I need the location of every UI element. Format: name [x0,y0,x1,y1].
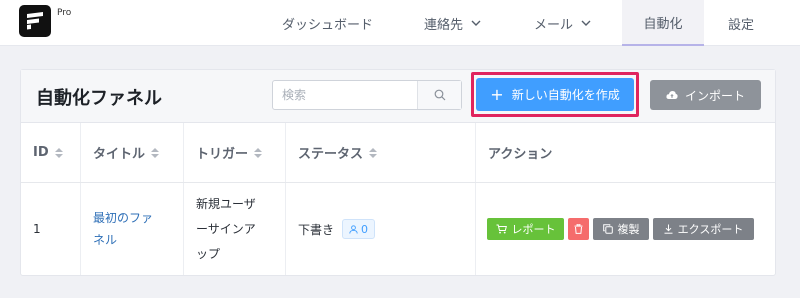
nav-item-label: 連絡先 [424,17,464,33]
table-header-row: ID タイトル トリガー ステータス アクション [21,123,775,183]
nav-item-label: メール [534,17,574,33]
user-icon [349,224,358,234]
search-button[interactable] [417,81,461,109]
funnel-title-line: 最初のファ [93,211,154,225]
cell-trigger: 新規ユーザ ーサインア ップ [184,183,286,275]
logo-mark-icon [27,12,43,30]
column-header-label: タイトル [93,147,146,162]
cell-id: 1 [21,183,81,275]
search-icon [434,89,445,101]
nav-item-email[interactable]: メール [534,0,591,46]
trigger-line: 新規ユーザ [196,196,256,211]
subscriber-count-badge: 0 [342,219,376,239]
row-id: 1 [33,222,41,236]
column-header-trigger[interactable]: トリガー [184,123,286,182]
column-header-actions: アクション [476,123,775,182]
create-automation-label: 新しい自動化を作成 [511,88,620,102]
column-header-label: トリガー [196,147,249,162]
chevron-down-icon [581,20,591,26]
page-title: 自動化ファネル [36,88,162,109]
trigger-line: ップ [196,246,221,261]
trigger-text: 新規ユーザ ーサインア ップ [196,192,256,267]
edition-label: Pro [57,8,72,18]
duplicate-button[interactable]: 複製 [593,218,649,240]
column-header-label: ID [33,145,49,160]
export-button[interactable]: エクスポート [653,218,754,240]
create-automation-button[interactable]: + 新しい自動化を作成 [476,78,634,111]
cell-title: 最初のファ ネル [81,183,184,275]
export-label: エクスポート [677,223,744,236]
delete-button[interactable] [568,218,589,240]
cell-actions: レポート 複製 エクスポート [476,183,775,275]
sort-icon [369,147,378,158]
chevron-down-icon [471,20,481,26]
cloud-upload-icon [666,91,678,99]
trash-icon [574,224,583,234]
nav-item-contacts[interactable]: 連絡先 [424,0,481,46]
nav-item-label: 自動化 [643,16,683,32]
sort-icon [151,147,160,158]
app-logo[interactable] [19,5,51,37]
sort-icon [54,147,63,158]
nav-item-automation[interactable]: 自動化 [622,0,704,46]
funnels-table: ID タイトル トリガー ステータス アクション 1 最初のファ ネル 新規ユー… [21,123,775,275]
trigger-line: ーサインア [196,221,256,236]
column-header-label: ステータス [298,147,364,162]
nav-item-label: ダッシュボード [282,17,374,33]
nav-item-dashboard[interactable]: ダッシュボード [282,0,373,46]
duplicate-label: 複製 [617,223,640,236]
card-header: 自動化ファネル + 新しい自動化を作成 インポート [21,70,775,123]
column-header-title[interactable]: タイトル [81,123,184,182]
table-row: 1 最初のファ ネル 新規ユーザ ーサインア ップ 下書き 0 レポート 複製 … [21,183,775,275]
column-header-status[interactable]: ステータス [286,123,476,182]
sort-icon [254,147,263,158]
report-label: レポート [511,223,556,236]
cell-status: 下書き 0 [286,183,476,275]
subscriber-count: 0 [361,222,369,236]
funnel-title-line: ネル [93,233,118,247]
report-button[interactable]: レポート [487,218,564,240]
import-button[interactable]: インポート [650,80,761,110]
column-header-label: アクション [488,147,553,162]
nav-item-label: 設定 [728,17,755,33]
nav-item-settings[interactable]: 設定 [728,0,754,46]
column-header-id[interactable]: ID [21,123,81,182]
download-icon [664,224,673,234]
copy-icon [602,224,613,234]
funnel-title-link[interactable]: 最初のファ ネル [93,207,153,251]
search-box [272,80,462,110]
automation-funnels-card: 自動化ファネル + 新しい自動化を作成 インポート [20,69,776,276]
top-navigation: Pro ダッシュボード 連絡先 メール 自動化 設定 [0,0,800,46]
plus-icon: + [490,84,504,104]
search-input[interactable] [273,81,417,109]
import-label: インポート [684,88,745,103]
status-text: 下書き [298,222,335,237]
cart-icon [496,224,507,234]
